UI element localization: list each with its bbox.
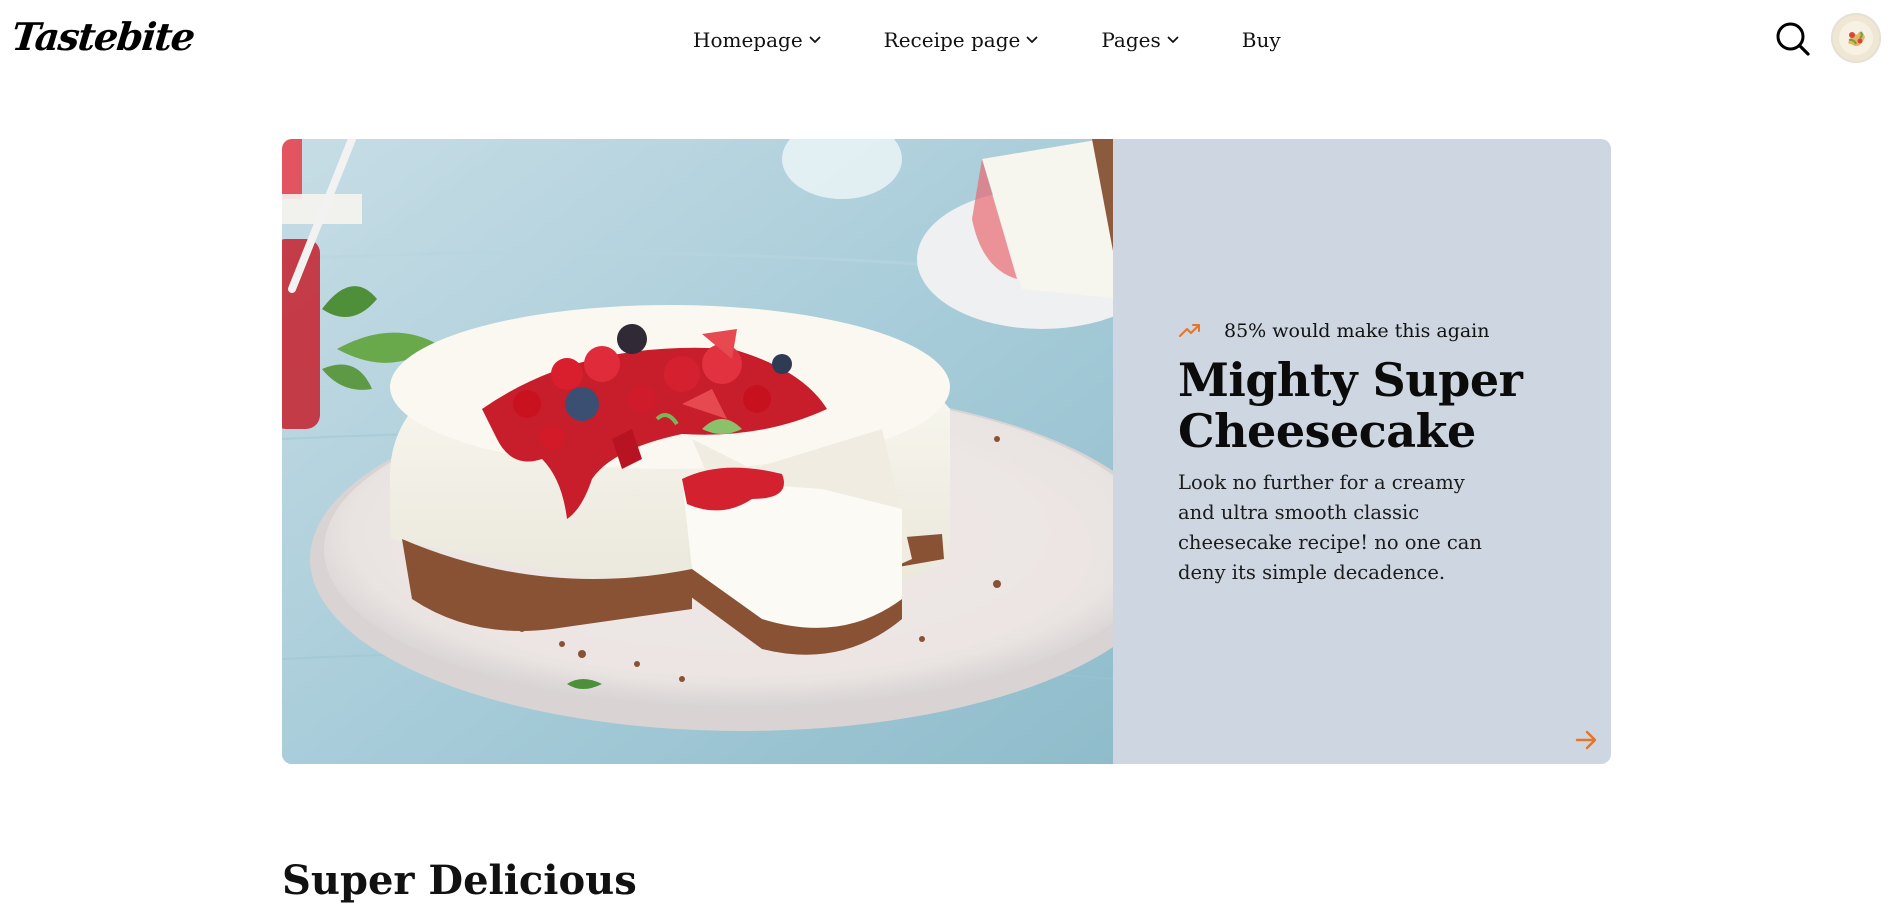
nav-item-buy[interactable]: Buy <box>1242 28 1281 52</box>
recipe-description: Look no further for a creamy and ultra s… <box>1178 471 1482 584</box>
arrow-right-icon[interactable] <box>1573 727 1599 753</box>
rating-row: 85% would make this again <box>1178 320 1490 342</box>
chevron-down-icon <box>1167 36 1179 43</box>
nav-item-receipe-page[interactable]: Receipe page <box>884 28 1040 52</box>
recipe-title[interactable]: Mighty Super Cheesecake <box>1178 355 1558 457</box>
nav-item-label: Buy <box>1241 28 1281 52</box>
chevron-down-icon <box>809 36 821 43</box>
nav-item-homepage[interactable]: Homepage <box>693 28 822 52</box>
chevron-down-icon <box>1026 36 1038 43</box>
section-heading: Super Delicious <box>282 857 637 904</box>
trending-up-icon <box>1179 324 1200 337</box>
site-logo[interactable]: Tastebite <box>9 12 196 62</box>
nav-item-label: Pages <box>1101 28 1161 52</box>
nav-item-label: Homepage <box>693 28 803 52</box>
avatar-image <box>1833 15 1879 61</box>
user-avatar[interactable] <box>1831 13 1881 63</box>
nav-item-pages[interactable]: Pages <box>1101 28 1179 52</box>
search-icon[interactable] <box>1774 20 1812 58</box>
hero-card[interactable]: 85% would make this again Mighty Super C… <box>282 139 1611 764</box>
cheesecake-image <box>282 139 1113 764</box>
cheesecake-illustration <box>282 139 1113 764</box>
nav-item-label: Receipe page <box>883 28 1021 52</box>
hero-info-panel: 85% would make this again Mighty Super C… <box>1113 139 1611 764</box>
main-nav: Homepage Receipe page Pages Buy <box>693 24 1281 56</box>
rating-text: 85% would make this again <box>1224 320 1490 342</box>
site-header: Tastebite Homepage Receipe page Pages Bu… <box>0 0 1895 80</box>
